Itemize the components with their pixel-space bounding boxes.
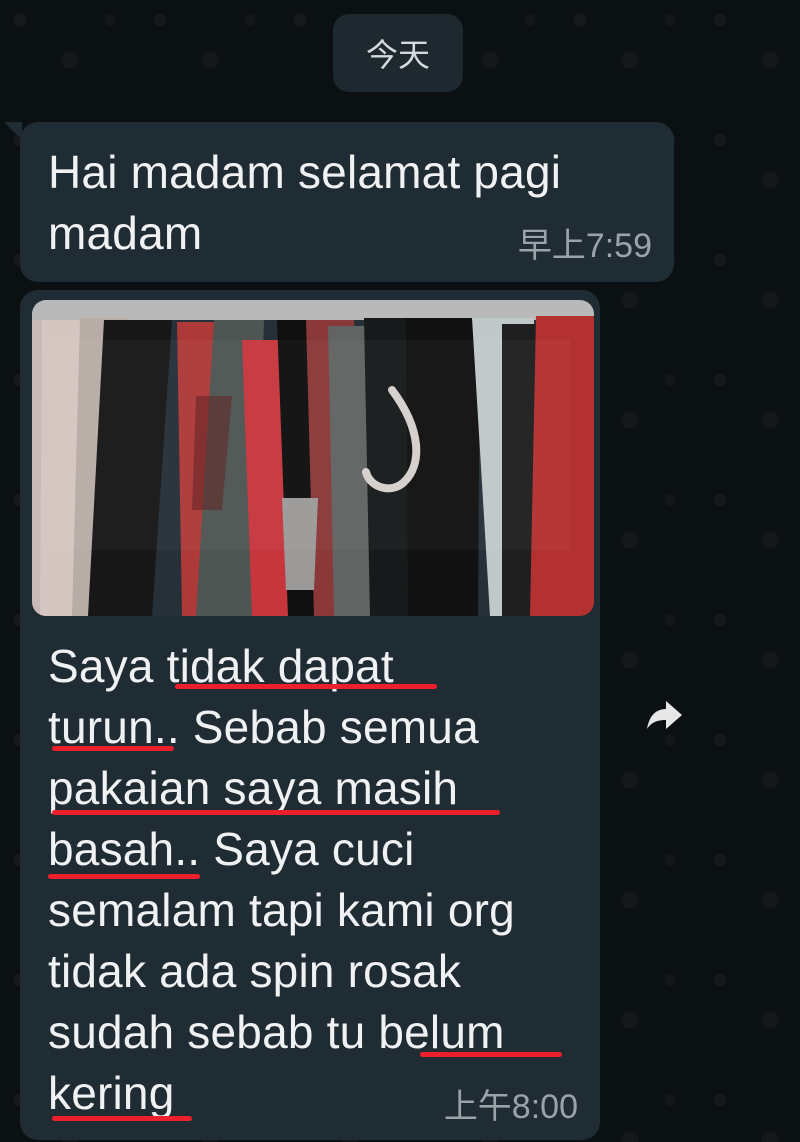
annotation-underline	[52, 746, 174, 751]
date-chip: 今天	[333, 14, 463, 92]
clothes-rack-photo	[32, 300, 594, 616]
forward-button[interactable]	[640, 690, 690, 740]
message-line: semalam tapi kami org	[48, 884, 515, 936]
message-line: tidak ada spin rosak	[48, 945, 462, 997]
annotation-underline	[420, 1052, 562, 1057]
message-time-2: 上午8:00	[443, 1088, 578, 1126]
annotation-underline	[52, 810, 500, 815]
forward-arrow-icon	[647, 701, 682, 729]
message-line: Hai madam selamat pagi	[48, 146, 562, 198]
message-time-1: 早上7:59	[517, 227, 652, 265]
message-bubble-1[interactable]: Hai madam selamat pagi madam 早上7:59	[20, 122, 674, 282]
annotation-underline	[48, 874, 200, 879]
message-photo[interactable]	[32, 300, 594, 616]
annotation-underline	[52, 1116, 192, 1121]
message-line: basah.. Saya cuci	[48, 823, 415, 875]
annotation-underline	[175, 684, 437, 689]
message-bubble-2[interactable]: Saya tidak dapat turun.. Sebab semua pak…	[20, 290, 600, 1140]
message-text-2: Saya tidak dapat turun.. Sebab semua pak…	[48, 636, 608, 1124]
